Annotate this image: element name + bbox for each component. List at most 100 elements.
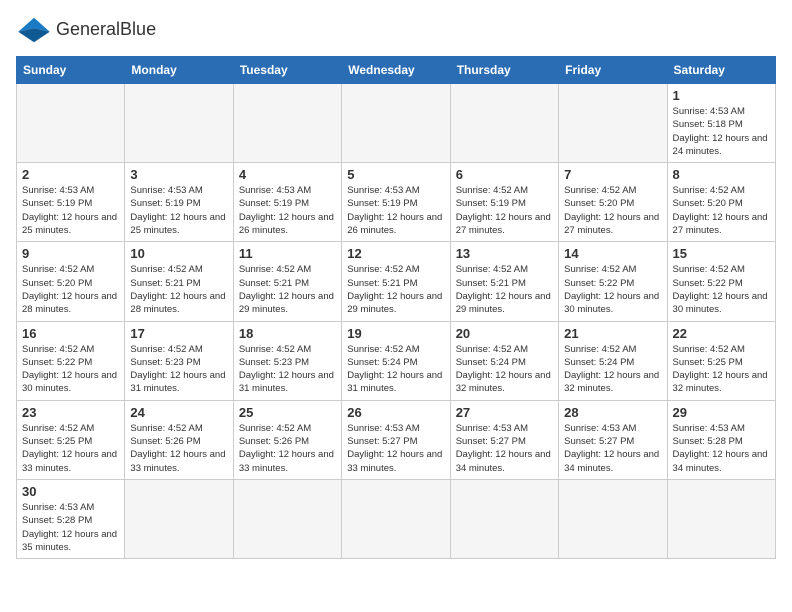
calendar-day-cell: 22Sunrise: 4:52 AM Sunset: 5:25 PM Dayli… [667,321,775,400]
day-info: Sunrise: 4:52 AM Sunset: 5:26 PM Dayligh… [130,422,227,475]
day-info: Sunrise: 4:53 AM Sunset: 5:19 PM Dayligh… [239,184,336,237]
day-number: 30 [22,484,119,499]
calendar-day-cell [233,84,341,163]
day-info: Sunrise: 4:52 AM Sunset: 5:24 PM Dayligh… [564,343,661,396]
day-number: 27 [456,405,553,420]
calendar-day-cell: 13 Sunrise: 4:52 AM Sunset: 5:21 PM Dayli… [450,242,558,321]
day-number: 8 [673,167,770,182]
calendar-day-cell: 18Sunrise: 4:52 AM Sunset: 5:23 PM Dayli… [233,321,341,400]
calendar-day-cell: 20 Sunrise: 4:52 AM Sunset: 5:24 PM Dayli… [450,321,558,400]
day-number: 17 [130,326,227,341]
day-info: Sunrise: 4:52 AM Sunset: 5:22 PM Dayligh… [673,263,770,316]
calendar-day-cell: 30 Sunrise: 4:53 AM Sunset: 5:28 PM Dayli… [17,479,125,558]
calendar-day-cell: 15 Sunrise: 4:52 AM Sunset: 5:22 PM Dayli… [667,242,775,321]
calendar-day-cell [450,84,558,163]
calendar-day-cell [450,479,558,558]
calendar-day-cell: 27 Sunrise: 4:53 AM Sunset: 5:27 PM Dayli… [450,400,558,479]
calendar-day-cell: 9 Sunrise: 4:52 AM Sunset: 5:20 PM Daylig… [17,242,125,321]
calendar-day-cell: 21 Sunrise: 4:52 AM Sunset: 5:24 PM Dayli… [559,321,667,400]
day-number: 4 [239,167,336,182]
day-info: Sunrise: 4:53 AM Sunset: 5:19 PM Dayligh… [130,184,227,237]
day-info: Sunrise: 4:52 AM Sunset: 5:23 PM Dayligh… [130,343,227,396]
day-number: 2 [22,167,119,182]
day-number: 6 [456,167,553,182]
calendar-day-cell [125,84,233,163]
calendar-day-cell: 4 Sunrise: 4:53 AM Sunset: 5:19 PM Daylig… [233,163,341,242]
calendar-week-row: 30 Sunrise: 4:53 AM Sunset: 5:28 PM Dayli… [17,479,776,558]
weekday-header-thursday: Thursday [450,57,558,84]
calendar-day-cell: 29 Sunrise: 4:53 AM Sunset: 5:28 PM Dayli… [667,400,775,479]
day-info: Sunrise: 4:52 AM Sunset: 5:21 PM Dayligh… [456,263,553,316]
weekday-header-monday: Monday [125,57,233,84]
day-info: Sunrise: 4:53 AM Sunset: 5:27 PM Dayligh… [456,422,553,475]
day-number: 28 [564,405,661,420]
calendar-day-cell [342,84,450,163]
weekday-header-sunday: Sunday [17,57,125,84]
day-info: Sunrise: 4:52 AM Sunset: 5:20 PM Dayligh… [673,184,770,237]
day-number: 11 [239,246,336,261]
calendar-day-cell: 24Sunrise: 4:52 AM Sunset: 5:26 PM Dayli… [125,400,233,479]
day-info: Sunrise: 4:52 AM Sunset: 5:23 PM Dayligh… [239,343,336,396]
day-info: Sunrise: 4:53 AM Sunset: 5:27 PM Dayligh… [347,422,444,475]
weekday-header-row: SundayMondayTuesdayWednesdayThursdayFrid… [17,57,776,84]
day-info: Sunrise: 4:53 AM Sunset: 5:28 PM Dayligh… [673,422,770,475]
calendar-day-cell: 16Sunrise: 4:52 AM Sunset: 5:22 PM Dayli… [17,321,125,400]
calendar-week-row: 9 Sunrise: 4:52 AM Sunset: 5:20 PM Daylig… [17,242,776,321]
day-number: 13 [456,246,553,261]
day-number: 20 [456,326,553,341]
day-info: Sunrise: 4:52 AM Sunset: 5:26 PM Dayligh… [239,422,336,475]
header: GeneralBlue [16,16,776,44]
calendar-day-cell: 1Sunrise: 4:53 AM Sunset: 5:18 PM Daylig… [667,84,775,163]
day-number: 15 [673,246,770,261]
day-info: Sunrise: 4:53 AM Sunset: 5:19 PM Dayligh… [22,184,119,237]
calendar-day-cell: 6 Sunrise: 4:52 AM Sunset: 5:19 PM Daylig… [450,163,558,242]
calendar-day-cell: 19 Sunrise: 4:52 AM Sunset: 5:24 PM Dayli… [342,321,450,400]
day-number: 29 [673,405,770,420]
generalblue-logo-icon [16,16,52,44]
day-number: 12 [347,246,444,261]
day-number: 19 [347,326,444,341]
weekday-header-saturday: Saturday [667,57,775,84]
day-info: Sunrise: 4:52 AM Sunset: 5:19 PM Dayligh… [456,184,553,237]
day-info: Sunrise: 4:52 AM Sunset: 5:21 PM Dayligh… [239,263,336,316]
calendar-day-cell [233,479,341,558]
day-info: Sunrise: 4:52 AM Sunset: 5:20 PM Dayligh… [22,263,119,316]
calendar-day-cell [559,479,667,558]
day-info: Sunrise: 4:52 AM Sunset: 5:22 PM Dayligh… [564,263,661,316]
day-number: 21 [564,326,661,341]
day-info: Sunrise: 4:52 AM Sunset: 5:24 PM Dayligh… [456,343,553,396]
day-info: Sunrise: 4:52 AM Sunset: 5:21 PM Dayligh… [130,263,227,316]
calendar-day-cell [342,479,450,558]
weekday-header-friday: Friday [559,57,667,84]
day-info: Sunrise: 4:53 AM Sunset: 5:27 PM Dayligh… [564,422,661,475]
calendar-day-cell: 2 Sunrise: 4:53 AM Sunset: 5:19 PM Daylig… [17,163,125,242]
day-number: 23 [22,405,119,420]
day-number: 7 [564,167,661,182]
calendar-week-row: 2 Sunrise: 4:53 AM Sunset: 5:19 PM Daylig… [17,163,776,242]
calendar-day-cell: 14Sunrise: 4:52 AM Sunset: 5:22 PM Dayli… [559,242,667,321]
calendar-day-cell [559,84,667,163]
calendar-day-cell: 3 Sunrise: 4:53 AM Sunset: 5:19 PM Daylig… [125,163,233,242]
logo-text: GeneralBlue [56,20,156,40]
calendar-day-cell: 5Sunrise: 4:53 AM Sunset: 5:19 PM Daylig… [342,163,450,242]
day-number: 3 [130,167,227,182]
day-info: Sunrise: 4:53 AM Sunset: 5:28 PM Dayligh… [22,501,119,554]
day-number: 16 [22,326,119,341]
calendar-day-cell [667,479,775,558]
day-info: Sunrise: 4:52 AM Sunset: 5:24 PM Dayligh… [347,343,444,396]
day-number: 22 [673,326,770,341]
logo: GeneralBlue [16,16,156,44]
day-number: 5 [347,167,444,182]
calendar-day-cell: 28 Sunrise: 4:53 AM Sunset: 5:27 PM Dayli… [559,400,667,479]
calendar-day-cell: 12 Sunrise: 4:52 AM Sunset: 5:21 PM Dayli… [342,242,450,321]
calendar-day-cell: 25Sunrise: 4:52 AM Sunset: 5:26 PM Dayli… [233,400,341,479]
day-number: 9 [22,246,119,261]
calendar-week-row: 16Sunrise: 4:52 AM Sunset: 5:22 PM Dayli… [17,321,776,400]
calendar-day-cell: 23Sunrise: 4:52 AM Sunset: 5:25 PM Dayli… [17,400,125,479]
day-number: 1 [673,88,770,103]
calendar-day-cell: 10Sunrise: 4:52 AM Sunset: 5:21 PM Dayli… [125,242,233,321]
calendar-day-cell [17,84,125,163]
calendar-week-row: 1Sunrise: 4:53 AM Sunset: 5:18 PM Daylig… [17,84,776,163]
weekday-header-tuesday: Tuesday [233,57,341,84]
day-info: Sunrise: 4:52 AM Sunset: 5:21 PM Dayligh… [347,263,444,316]
